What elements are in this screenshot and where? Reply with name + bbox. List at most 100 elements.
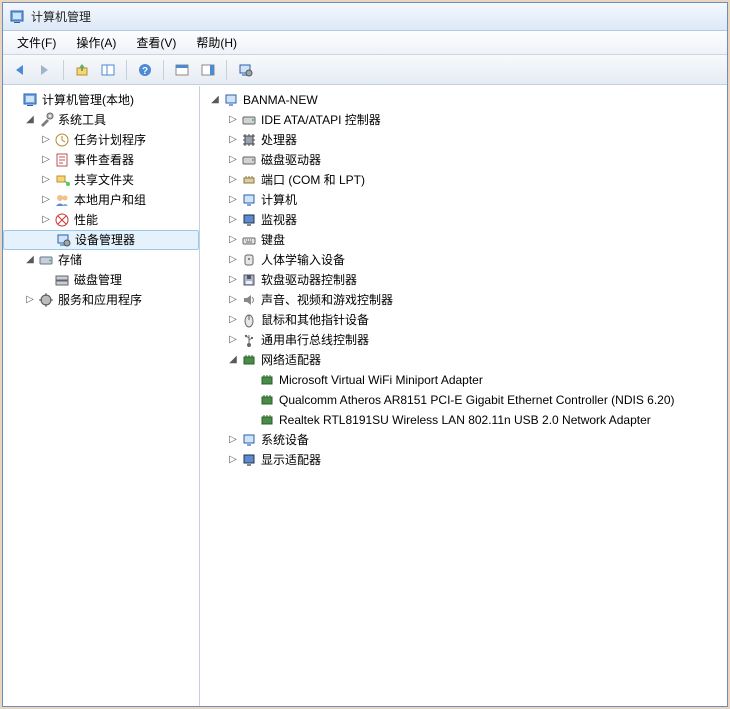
device-label: 磁盘驱动器 <box>261 150 321 170</box>
tree-label: 系统工具 <box>58 110 106 130</box>
expander-icon[interactable]: ◢ <box>23 113 37 127</box>
tree-label: 服务和应用程序 <box>58 290 142 310</box>
device-icon <box>237 62 253 78</box>
folder-up-icon <box>74 62 90 78</box>
expander-icon[interactable]: ▷ <box>226 213 240 227</box>
device-net-adapter[interactable]: ▷ Realtek RTL8191SU Wireless LAN 802.11n… <box>200 410 727 430</box>
storage-icon <box>38 252 54 268</box>
expander-icon[interactable]: ◢ <box>226 353 240 367</box>
device-computer[interactable]: ▷ 计算机 <box>200 190 727 210</box>
clock-icon <box>54 132 70 148</box>
help-icon <box>137 62 153 78</box>
menu-view[interactable]: 查看(V) <box>126 32 186 53</box>
pane-icon <box>100 62 116 78</box>
app-icon <box>9 9 25 25</box>
device-root[interactable]: ◢ BANMA-NEW <box>200 90 727 110</box>
nav-forward-button[interactable] <box>33 58 57 82</box>
tree-root[interactable]: ▷ 计算机管理(本地) <box>3 90 199 110</box>
expander-icon[interactable]: ▷ <box>226 333 240 347</box>
expander-icon[interactable]: ▷ <box>23 293 37 307</box>
expander-icon[interactable]: ◢ <box>23 253 37 267</box>
menu-file[interactable]: 文件(F) <box>7 32 66 53</box>
mouse-icon <box>241 312 257 328</box>
expander-icon[interactable]: ▷ <box>226 293 240 307</box>
hid-icon <box>241 252 257 268</box>
keyboard-icon <box>241 232 257 248</box>
expander-icon[interactable]: ▷ <box>226 273 240 287</box>
expander-icon[interactable]: ▷ <box>226 233 240 247</box>
tree-disk-mgmt[interactable]: ▷ 磁盘管理 <box>3 270 199 290</box>
device-net-adapter[interactable]: ▷ Qualcomm Atheros AR8151 PCI-E Gigabit … <box>200 390 727 410</box>
up-level-button[interactable] <box>70 58 94 82</box>
device-label: Microsoft Virtual WiFi Miniport Adapter <box>279 370 483 390</box>
menu-help[interactable]: 帮助(H) <box>186 32 247 53</box>
nav-back-button[interactable] <box>7 58 31 82</box>
console-tree[interactable]: ▷ 计算机管理(本地) ◢ 系统工具 ▷ 任务计划程序 ▷ <box>3 86 200 706</box>
device-network[interactable]: ◢ 网络适配器 <box>200 350 727 370</box>
expander-icon[interactable]: ▷ <box>226 253 240 267</box>
floppy-icon <box>241 272 257 288</box>
device-keyboards[interactable]: ▷ 键盘 <box>200 230 727 250</box>
device-label: 鼠标和其他指针设备 <box>261 310 369 330</box>
expander-icon[interactable]: ▷ <box>226 453 240 467</box>
network-adapter-icon <box>259 412 275 428</box>
device-label: 显示适配器 <box>261 450 321 470</box>
expander-icon[interactable]: ◢ <box>208 93 222 107</box>
tree-device-manager[interactable]: ▷ 设备管理器 <box>3 230 199 250</box>
expander-icon[interactable]: ▷ <box>226 193 240 207</box>
device-ide[interactable]: ▷ IDE ATA/ATAPI 控制器 <box>200 110 727 130</box>
expander-icon[interactable]: ▷ <box>39 213 53 227</box>
device-monitors[interactable]: ▷ 监视器 <box>200 210 727 230</box>
expander-icon[interactable]: ▷ <box>39 133 53 147</box>
expander-icon[interactable]: ▷ <box>226 153 240 167</box>
expander-icon[interactable]: ▷ <box>226 173 240 187</box>
help-button[interactable] <box>133 58 157 82</box>
device-disk-drives[interactable]: ▷ 磁盘驱动器 <box>200 150 727 170</box>
expander-icon[interactable]: ▷ <box>226 113 240 127</box>
action-pane-button-2[interactable] <box>196 58 220 82</box>
device-label: 计算机 <box>261 190 297 210</box>
menubar: 文件(F) 操作(A) 查看(V) 帮助(H) <box>3 31 727 55</box>
expander-icon[interactable]: ▷ <box>226 133 240 147</box>
show-hide-tree-button[interactable] <box>96 58 120 82</box>
device-floppy-ctrl[interactable]: ▷ 软盘驱动器控制器 <box>200 270 727 290</box>
device-label: 软盘驱动器控制器 <box>261 270 357 290</box>
tree-storage[interactable]: ◢ 存储 <box>3 250 199 270</box>
device-tree[interactable]: ◢ BANMA-NEW ▷ IDE ATA/ATAPI 控制器 ▷ 处理器 ▷ <box>200 86 727 706</box>
expander-icon[interactable]: ▷ <box>39 153 53 167</box>
device-net-adapter[interactable]: ▷ Microsoft Virtual WiFi Miniport Adapte… <box>200 370 727 390</box>
expander-icon[interactable]: ▷ <box>226 433 240 447</box>
window-title: 计算机管理 <box>31 8 91 25</box>
device-hid[interactable]: ▷ 人体学输入设备 <box>200 250 727 270</box>
expander-icon[interactable]: ▷ <box>226 313 240 327</box>
tree-shared-folders[interactable]: ▷ 共享文件夹 <box>3 170 199 190</box>
tree-local-users[interactable]: ▷ 本地用户和组 <box>3 190 199 210</box>
tree-label: 磁盘管理 <box>74 270 122 290</box>
tree-performance[interactable]: ▷ 性能 <box>3 210 199 230</box>
tree-event-viewer[interactable]: ▷ 事件查看器 <box>3 150 199 170</box>
menu-action[interactable]: 操作(A) <box>66 32 126 53</box>
action-pane-button-1[interactable] <box>170 58 194 82</box>
tree-services-apps[interactable]: ▷ 服务和应用程序 <box>3 290 199 310</box>
device-processors[interactable]: ▷ 处理器 <box>200 130 727 150</box>
devices-button[interactable] <box>233 58 257 82</box>
toolbar-separator <box>63 60 64 80</box>
toolbar <box>3 55 727 85</box>
device-ports[interactable]: ▷ 端口 (COM 和 LPT) <box>200 170 727 190</box>
computer-icon <box>223 92 239 108</box>
perf-icon <box>54 212 70 228</box>
titlebar[interactable]: 计算机管理 <box>3 3 727 31</box>
device-label: 监视器 <box>261 210 297 230</box>
network-adapter-icon <box>259 372 275 388</box>
expander-icon[interactable]: ▷ <box>39 173 53 187</box>
device-display[interactable]: ▷ 显示适配器 <box>200 450 727 470</box>
port-icon <box>241 172 257 188</box>
expander-icon[interactable]: ▷ <box>39 193 53 207</box>
tree-task-scheduler[interactable]: ▷ 任务计划程序 <box>3 130 199 150</box>
device-sound[interactable]: ▷ 声音、视频和游戏控制器 <box>200 290 727 310</box>
device-usb[interactable]: ▷ 通用串行总线控制器 <box>200 330 727 350</box>
tree-system-tools[interactable]: ◢ 系统工具 <box>3 110 199 130</box>
device-system[interactable]: ▷ 系统设备 <box>200 430 727 450</box>
network-icon <box>241 352 257 368</box>
device-mice[interactable]: ▷ 鼠标和其他指针设备 <box>200 310 727 330</box>
